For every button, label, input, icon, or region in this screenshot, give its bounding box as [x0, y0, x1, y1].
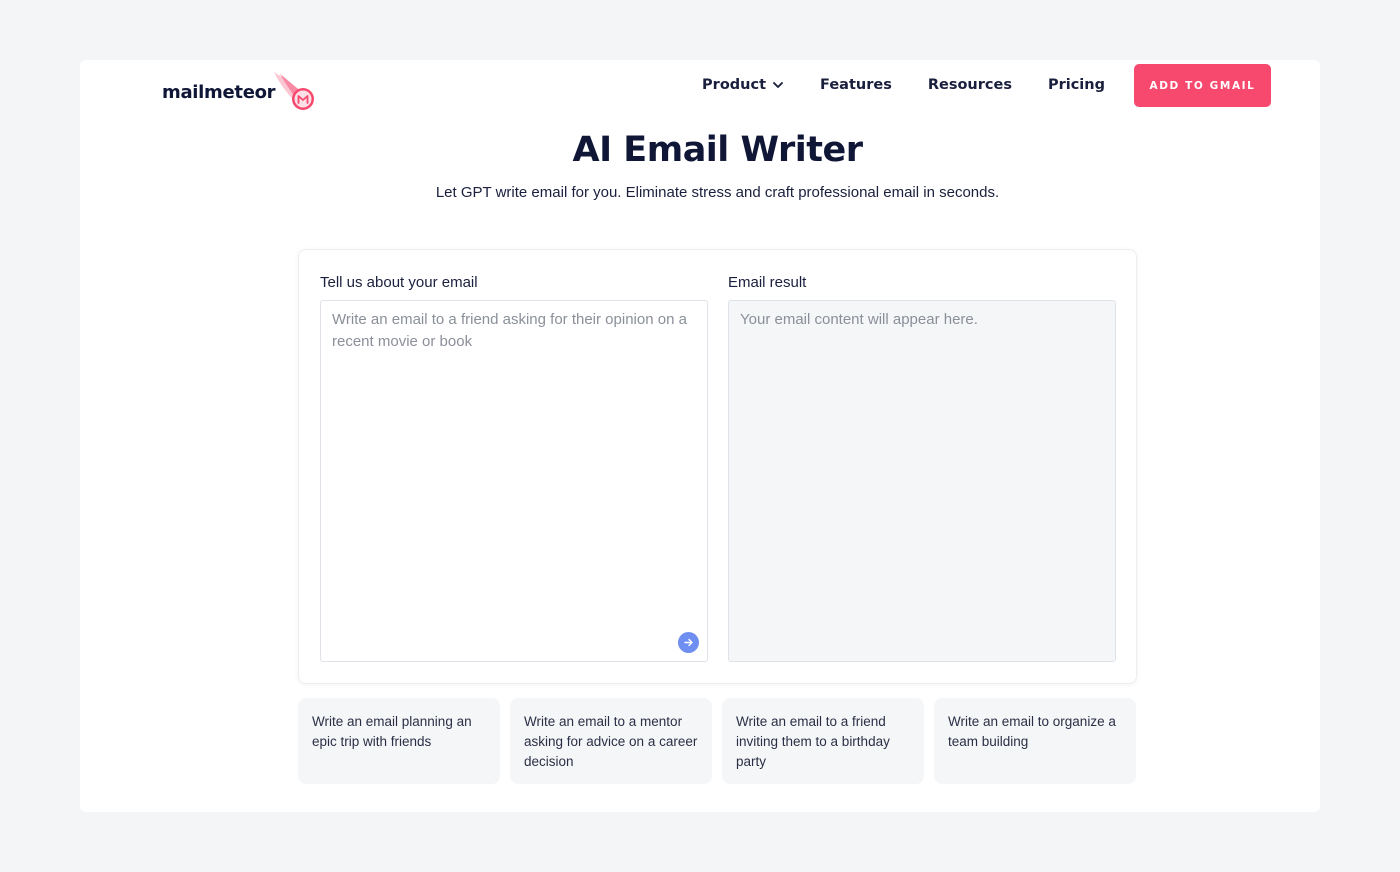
nav-item-product[interactable]: Product [702, 77, 784, 93]
suggestion-card[interactable]: Write an email planning an epic trip wit… [298, 698, 500, 784]
nav-item-resources[interactable]: Resources [928, 77, 1012, 93]
suggestion-card[interactable]: Write an email to organize a team buildi… [934, 698, 1136, 784]
email-writer-panel: Tell us about your email Email result Yo… [298, 249, 1137, 684]
email-prompt-input[interactable] [321, 301, 707, 661]
nav-item-features[interactable]: Features [820, 77, 892, 93]
chevron-down-icon [773, 82, 783, 88]
suggestion-list: Write an email planning an epic trip wit… [298, 698, 1136, 784]
meteor-logo-icon [274, 72, 314, 110]
nav-item-pricing[interactable]: Pricing [1048, 77, 1105, 93]
input-label: Tell us about your email [320, 274, 478, 291]
email-prompt-box [320, 300, 708, 662]
nav-item-label: Pricing [1047, 77, 1105, 93]
page-subtitle: Let GPT write email for you. Eliminate s… [435, 184, 1000, 201]
email-result-output[interactable]: Your email content will appear here. [728, 300, 1116, 662]
page-card: mailmeteor Product Features Resources Pr… [80, 60, 1320, 812]
generate-button[interactable] [678, 632, 699, 653]
nav-item-label: Product [702, 77, 767, 93]
nav-item-label: Features [820, 77, 892, 93]
arrow-right-icon [684, 638, 693, 647]
brand-name: mailmeteor [162, 81, 276, 103]
page-title: AI Email Writer [572, 130, 863, 170]
add-to-gmail-button[interactable]: ADD TO GMAIL [1134, 64, 1271, 107]
nav-item-label: Resources [927, 77, 1012, 93]
main-nav: Product Features Resources Pricing [702, 74, 1105, 96]
brand-logo[interactable]: mailmeteor [162, 72, 314, 112]
result-label: Email result [728, 274, 807, 291]
suggestion-card[interactable]: Write an email to a friend inviting them… [722, 698, 924, 784]
suggestion-card[interactable]: Write an email to a mentor asking for ad… [510, 698, 712, 784]
